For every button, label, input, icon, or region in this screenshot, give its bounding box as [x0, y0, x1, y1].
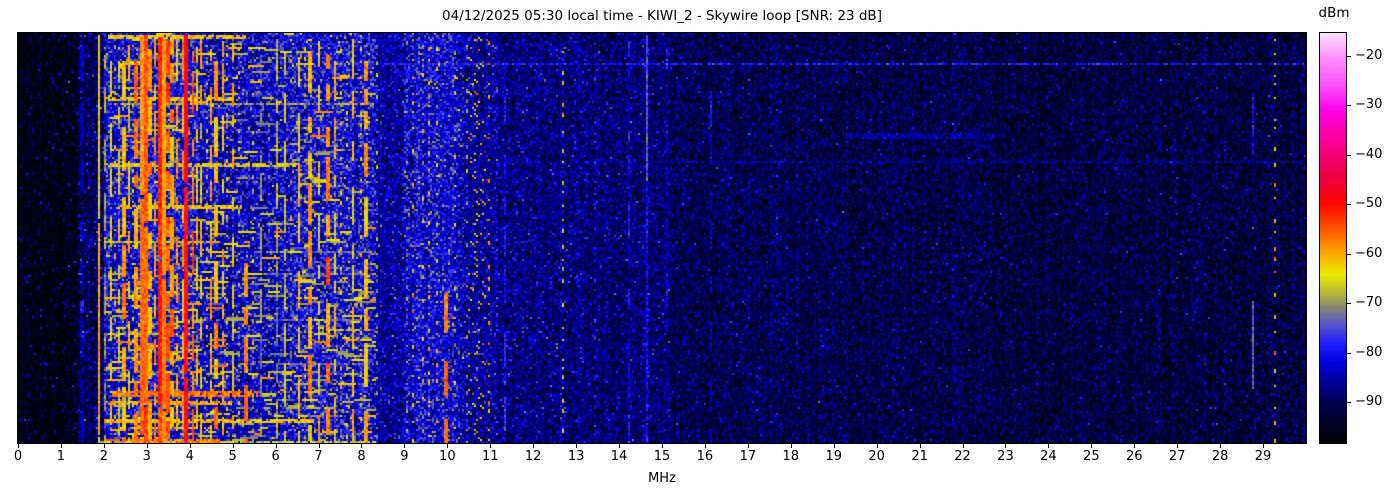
x-tick-label: 7	[314, 449, 323, 464]
colorbar-tick-label: −70	[1355, 295, 1383, 311]
colorbar-tick	[1347, 55, 1351, 57]
x-tick	[1005, 444, 1007, 448]
x-tick-label: 20	[868, 449, 885, 464]
x-tick	[1048, 444, 1050, 448]
x-tick-label: 15	[653, 449, 671, 464]
x-tick-label: 26	[1125, 449, 1143, 464]
x-tick	[18, 444, 19, 448]
x-tick	[662, 444, 663, 448]
x-tick	[790, 444, 792, 448]
x-tick-label: 3	[142, 449, 151, 464]
x-tick-label: 1	[56, 449, 66, 464]
x-tick	[1177, 444, 1179, 448]
x-tick	[275, 444, 277, 448]
waterfall-canvas	[18, 33, 1306, 443]
colorbar	[1319, 32, 1347, 444]
colorbar-tick-label: −20	[1355, 47, 1383, 63]
x-tick	[1220, 444, 1222, 448]
x-tick	[103, 444, 105, 448]
x-tick	[1134, 444, 1136, 448]
x-tick	[404, 444, 406, 448]
colorbar-tick-label: −80	[1355, 344, 1383, 360]
x-tick-label: 22	[954, 449, 971, 464]
x-tick	[747, 444, 749, 448]
x-tick	[490, 444, 492, 448]
x-tick-label: 27	[1168, 449, 1186, 464]
waterfall-plot	[17, 32, 1307, 444]
x-tick-label: 29	[1254, 449, 1272, 464]
x-tick-label: 24	[1040, 449, 1057, 464]
colorbar-tick-label: −30	[1355, 97, 1383, 113]
plot-title: 04/12/2025 05:30 local time - KIWI_2 - S…	[442, 8, 882, 24]
x-tick-label: 25	[1083, 449, 1100, 464]
x-tick	[361, 444, 363, 448]
x-tick	[232, 444, 234, 448]
x-tick-label: 0	[13, 449, 23, 464]
x-tick	[189, 444, 191, 448]
x-tick	[533, 444, 535, 448]
x-tick	[876, 444, 878, 448]
x-tick-label: 8	[357, 449, 366, 464]
spectrogram-figure: 04/12/2025 05:30 local time - KIWI_2 - S…	[0, 0, 1400, 500]
x-tick	[1091, 444, 1093, 448]
colorbar-label: dBm	[1318, 5, 1350, 21]
x-axis-label: MHz	[648, 471, 676, 486]
x-tick-label: 17	[739, 449, 757, 464]
colorbar-tick	[1347, 303, 1351, 305]
x-tick	[576, 444, 578, 448]
x-tick	[962, 444, 964, 448]
x-tick-label: 19	[825, 449, 842, 464]
x-tick	[919, 444, 921, 448]
colorbar-tick-label: −60	[1355, 245, 1383, 261]
x-tick-label: 16	[696, 449, 714, 464]
x-tick-label: 5	[228, 449, 237, 464]
x-tick	[146, 444, 148, 448]
x-tick-label: 28	[1211, 449, 1229, 464]
x-tick	[1263, 444, 1265, 448]
x-tick	[704, 444, 706, 448]
x-tick-label: 9	[400, 449, 409, 464]
colorbar-tick-label: −50	[1355, 196, 1383, 212]
colorbar-tick-label: −90	[1355, 394, 1383, 410]
colorbar-tick	[1347, 352, 1351, 354]
x-tick-label: 18	[782, 449, 800, 464]
x-tick-label: 21	[911, 449, 928, 464]
x-tick-label: 2	[99, 449, 108, 464]
x-tick-label: 14	[610, 449, 628, 464]
x-tick	[60, 444, 62, 448]
x-tick-label: 4	[185, 449, 194, 464]
colorbar-tick	[1347, 105, 1351, 107]
x-tick	[619, 444, 621, 448]
colorbar-tick-label: −40	[1355, 146, 1383, 162]
colorbar-tick	[1347, 204, 1351, 206]
colorbar-tick	[1347, 253, 1351, 255]
colorbar-tick	[1347, 154, 1351, 156]
x-tick	[833, 444, 835, 448]
x-tick-label: 6	[271, 449, 280, 464]
x-tick-label: 13	[567, 449, 585, 464]
colorbar-gradient	[1320, 33, 1346, 443]
x-tick	[318, 444, 320, 448]
x-tick-label: 12	[524, 449, 542, 464]
x-tick-label: 23	[997, 449, 1014, 464]
colorbar-tick	[1347, 402, 1351, 404]
x-tick	[447, 444, 449, 448]
x-tick-label: 11	[481, 449, 499, 464]
x-tick-label: 10	[439, 449, 456, 464]
